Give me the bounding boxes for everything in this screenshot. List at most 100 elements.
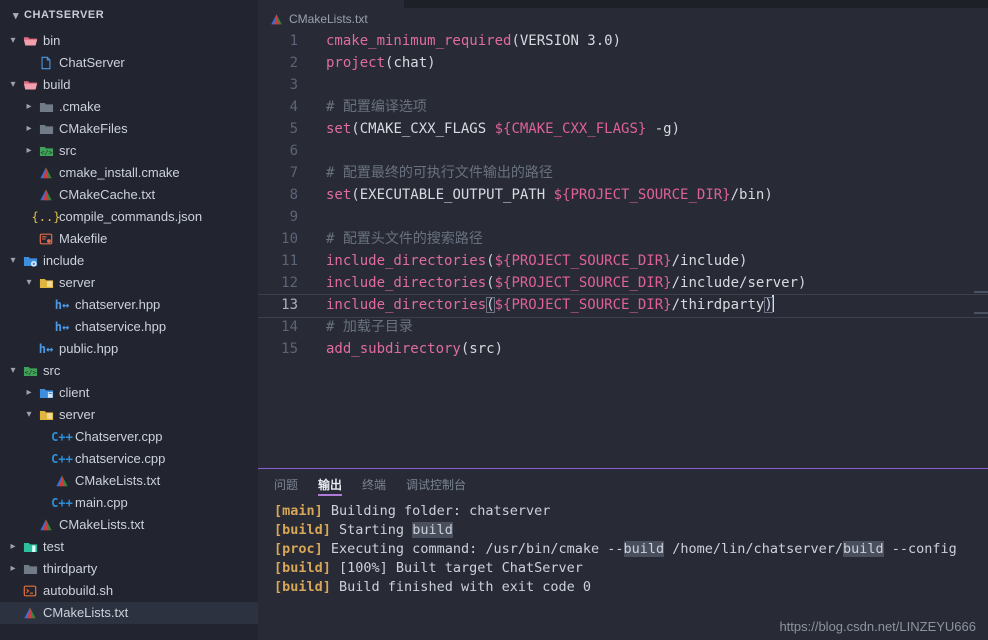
tree-item-client[interactable]: ▸ client: [0, 382, 258, 404]
tree-twisty[interactable]: ▸: [22, 102, 36, 112]
output-match-highlight: build: [412, 522, 453, 538]
code-line[interactable]: 13 include_directories(${PROJECT_SOURCE_D…: [258, 294, 988, 318]
tree-item-cmakecache-txt[interactable]: CMakeCache.txt: [0, 184, 258, 206]
tree-twisty[interactable]: ▾: [22, 278, 36, 288]
output-console[interactable]: [main] Building folder: chatserver [build…: [258, 499, 988, 597]
line-content[interactable]: # 配置头文件的搜索路径: [312, 228, 483, 250]
tree-item-cmakefiles[interactable]: ▸ CMakeFiles: [0, 118, 258, 140]
tree-item-build[interactable]: ▾ build: [0, 74, 258, 96]
line-content[interactable]: [312, 140, 326, 162]
tree-twisty[interactable]: ▾: [6, 36, 20, 46]
code-line[interactable]: 9: [258, 206, 988, 228]
folder-blue-gear-icon: [20, 254, 40, 269]
code-line[interactable]: 2 project(chat): [258, 52, 988, 74]
tree-twisty[interactable]: ▸: [22, 388, 36, 398]
tree-item-src[interactable]: ▾ </> src: [0, 360, 258, 382]
code-line[interactable]: 5 set(CMAKE_CXX_FLAGS ${CMAKE_CXX_FLAGS} …: [258, 118, 988, 140]
tree-item-bin[interactable]: ▾ bin: [0, 30, 258, 52]
line-content[interactable]: [312, 206, 326, 228]
line-content[interactable]: set(CMAKE_CXX_FLAGS ${CMAKE_CXX_FLAGS} -…: [312, 118, 680, 140]
code-line[interactable]: 10 # 配置头文件的搜索路径: [258, 228, 988, 250]
tree-twisty[interactable]: ▸: [6, 542, 20, 552]
tree-item-chatserver-cpp[interactable]: C++ Chatserver.cpp: [0, 426, 258, 448]
output-text: Build finished with exit code 0: [330, 579, 591, 595]
code-token: project: [326, 55, 386, 71]
code-line[interactable]: 8 set(EXECUTABLE_OUTPUT_PATH ${PROJECT_SO…: [258, 184, 988, 206]
code-token: ): [612, 33, 622, 49]
code-line[interactable]: 12 include_directories(${PROJECT_SOURCE_D…: [258, 272, 988, 294]
code-line[interactable]: 11 include_directories(${PROJECT_SOURCE_D…: [258, 250, 988, 272]
line-number: 15: [281, 341, 298, 357]
explorer-section-header[interactable]: ▾ CHATSERVER: [0, 0, 258, 30]
tree-item-server[interactable]: ▾ server: [0, 272, 258, 294]
tree-item-makefile[interactable]: Makefile: [0, 228, 258, 250]
code-line[interactable]: 4 # 配置编译选项: [258, 96, 988, 118]
tree-item-compile-commands-json[interactable]: {..} compile_commands.json: [0, 206, 258, 228]
tab-cmakelists[interactable]: [258, 0, 404, 8]
tree-item-label: chatservice.cpp: [75, 451, 166, 466]
line-content[interactable]: # 配置编译选项: [312, 96, 427, 118]
tree-twisty[interactable]: ▾: [6, 366, 20, 376]
code-line[interactable]: 6: [258, 140, 988, 162]
code-token: (: [351, 121, 360, 137]
hpp-blue-icon: h↔: [38, 342, 54, 356]
code-editor[interactable]: 1 cmake_minimum_required(VERSION 3.0) 2 pro…: [258, 30, 988, 468]
output-text: Executing command: /usr/bin/cmake --: [322, 541, 624, 557]
tree-twisty[interactable]: ▸: [22, 124, 36, 134]
code-line[interactable]: 15 add_subdirectory(src): [258, 338, 988, 360]
chevron-right-icon: ▸: [10, 541, 16, 552]
tree-item-label: compile_commands.json: [59, 209, 203, 224]
tree-item-label: CMakeLists.txt: [59, 517, 145, 532]
tree-item-public-hpp[interactable]: h↔ public.hpp: [0, 338, 258, 360]
code-lines: 1 cmake_minimum_required(VERSION 3.0) 2 pro…: [258, 30, 988, 468]
output-match-highlight: build: [842, 541, 884, 557]
line-content[interactable]: # 加载子目录: [312, 316, 413, 338]
editor-scrollbar[interactable]: [974, 30, 988, 468]
line-content[interactable]: include_directories(${PROJECT_SOURCE_DIR…: [312, 250, 747, 272]
line-number: 13: [281, 297, 298, 313]
line-content[interactable]: include_directories(${PROJECT_SOURCE_DIR…: [312, 294, 774, 316]
code-token: include_directories: [326, 297, 487, 313]
tree-twisty[interactable]: ▾: [6, 256, 20, 266]
line-content[interactable]: set(EXECUTABLE_OUTPUT_PATH ${PROJECT_SOU…: [312, 184, 773, 206]
line-content[interactable]: project(chat): [312, 52, 436, 74]
tree-item-include[interactable]: ▾ include: [0, 250, 258, 272]
line-content[interactable]: include_directories(${PROJECT_SOURCE_DIR…: [312, 272, 806, 294]
tree-twisty[interactable]: ▸: [22, 146, 36, 156]
tree-item-cmakelists-txt[interactable]: CMakeLists.txt: [0, 514, 258, 536]
tree-item-src[interactable]: ▸ </> src: [0, 140, 258, 162]
tree-item-chatservice-hpp[interactable]: h↔ chatservice.hpp: [0, 316, 258, 338]
line-content[interactable]: add_subdirectory(src): [312, 338, 503, 360]
panel-tab-3[interactable]: 调试控制台: [406, 469, 466, 499]
line-number: 7: [289, 165, 298, 181]
tree-item-chatserver[interactable]: ChatServer: [0, 52, 258, 74]
chevron-down-icon: ▾: [10, 365, 16, 376]
tree-item-test[interactable]: ▸ test: [0, 536, 258, 558]
code-line[interactable]: 14 # 加载子目录: [258, 316, 988, 338]
tree-item-main-cpp[interactable]: C++ main.cpp: [0, 492, 258, 514]
tree-twisty[interactable]: ▾: [6, 80, 20, 90]
tree-item-chatservice-cpp[interactable]: C++ chatservice.cpp: [0, 448, 258, 470]
tree-item--cmake[interactable]: ▸ .cmake: [0, 96, 258, 118]
line-content[interactable]: # 配置最终的可执行文件输出的路径: [312, 162, 553, 184]
cmake-triangle-icon: [36, 518, 56, 532]
panel-tab-0[interactable]: 问题: [274, 469, 298, 499]
tree-twisty[interactable]: ▾: [22, 410, 36, 420]
tree-item-thirdparty[interactable]: ▸ thirdparty: [0, 558, 258, 580]
panel-tab-1[interactable]: 输出: [318, 469, 343, 499]
tree-twisty[interactable]: ▸: [6, 564, 20, 574]
tree-item-cmakelists-txt[interactable]: CMakeLists.txt: [0, 602, 258, 624]
tree-item-chatserver-hpp[interactable]: h↔ chatserver.hpp: [0, 294, 258, 316]
tree-item-autobuild-sh[interactable]: autobuild.sh: [0, 580, 258, 602]
panel-tab-2[interactable]: 终端: [362, 469, 386, 499]
line-content[interactable]: [312, 74, 326, 96]
tree-item-cmake-install-cmake[interactable]: cmake_install.cmake: [0, 162, 258, 184]
tree-item-cmakelists-txt[interactable]: CMakeLists.txt: [0, 470, 258, 492]
code-line[interactable]: 7 # 配置最终的可执行文件输出的路径: [258, 162, 988, 184]
code-line[interactable]: 3: [258, 74, 988, 96]
line-content[interactable]: cmake_minimum_required(VERSION 3.0): [312, 30, 621, 52]
line-number: 2: [289, 55, 298, 71]
tree-item-server[interactable]: ▾ server: [0, 404, 258, 426]
breadcrumb[interactable]: CMakeLists.txt: [258, 8, 988, 30]
code-line[interactable]: 1 cmake_minimum_required(VERSION 3.0): [258, 30, 988, 52]
